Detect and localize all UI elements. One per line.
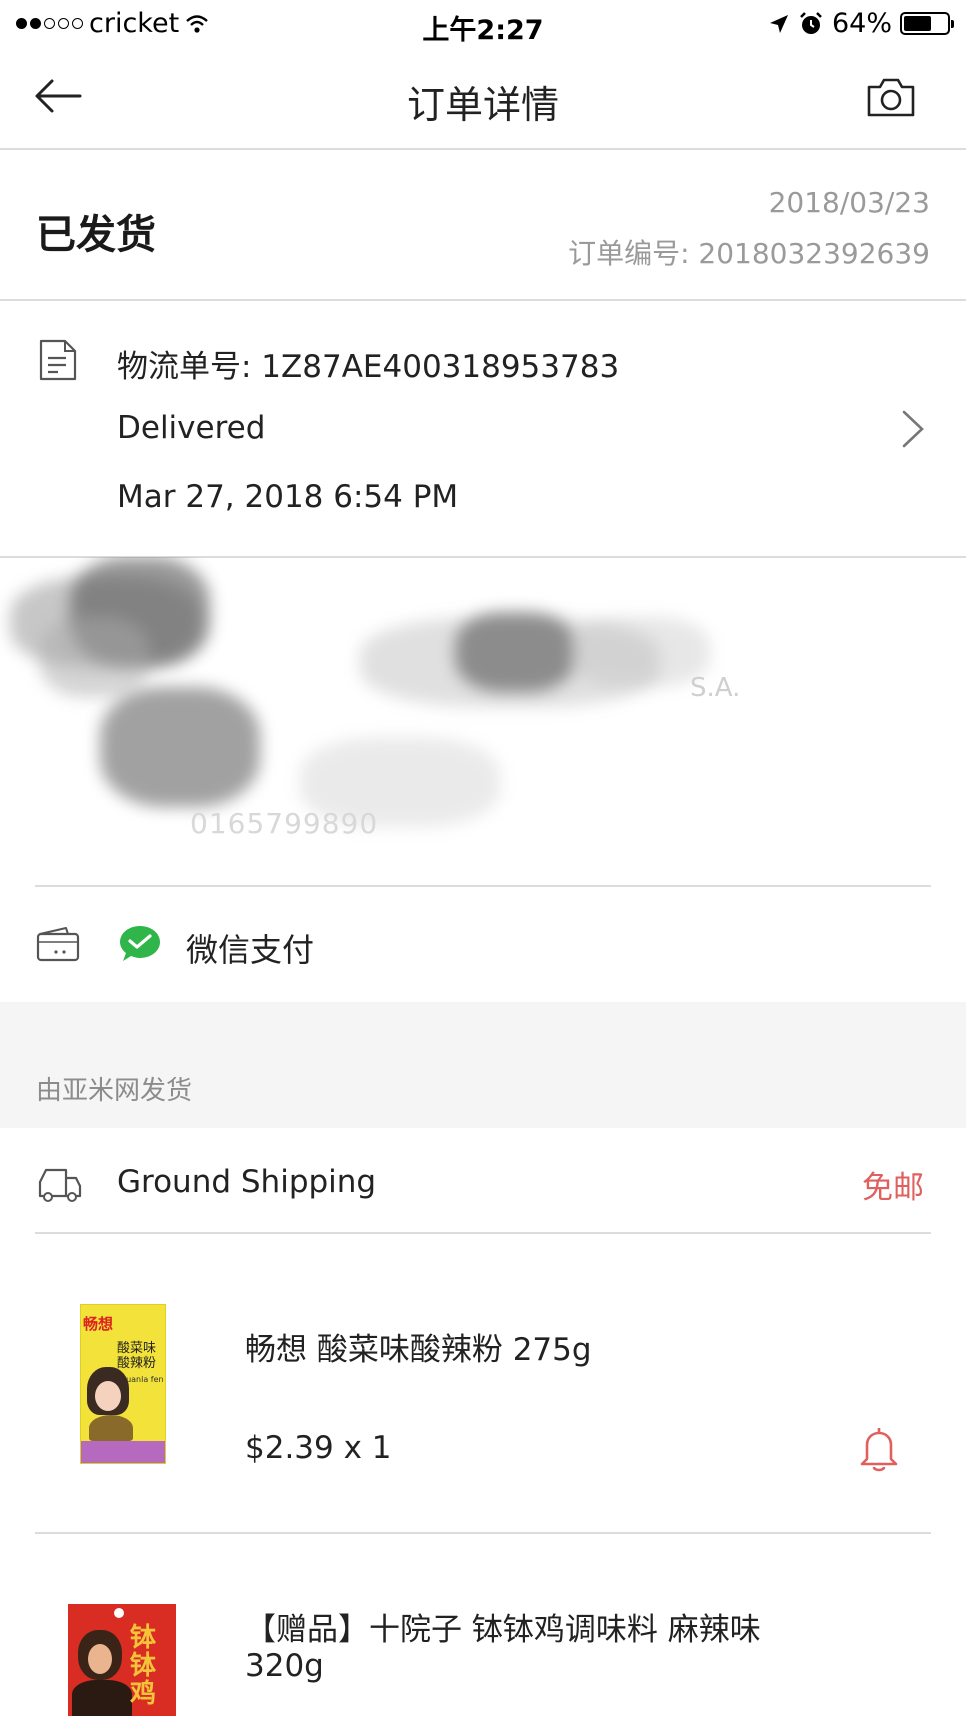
- truck-icon: [38, 1168, 82, 1202]
- address-phone-fragment: 0165799890: [190, 807, 379, 840]
- package-brand: 畅想: [83, 1315, 114, 1333]
- package-label: 钵钵鸡: [130, 1623, 157, 1709]
- shipper-band: [0, 1002, 966, 1128]
- order-number[interactable]: 订单编号: 2018032392639: [568, 232, 930, 272]
- camera-icon[interactable]: [866, 76, 916, 118]
- divider: [35, 885, 931, 887]
- status-right: 64%: [768, 8, 954, 39]
- address-country-fragment: S.A.: [690, 673, 741, 703]
- page-title: 订单详情: [406, 83, 559, 127]
- tracking-time: Mar 27, 2018 6:54 PM: [117, 479, 459, 515]
- product-thumbnail: 钵钵鸡: [68, 1604, 176, 1716]
- status-bar: cricket 上午2:27 64%: [0, 0, 966, 48]
- order-date: 2018/03/23: [768, 186, 930, 219]
- location-arrow-icon: [769, 14, 788, 33]
- item-name-line2: 320g: [245, 1648, 324, 1684]
- payment-method: 微信支付: [186, 931, 315, 969]
- tracking-state: Delivered: [117, 410, 266, 446]
- nav-divider: [0, 148, 966, 150]
- item-name: 畅想 酸菜味酸辣粉 275g: [245, 1332, 592, 1368]
- item-price-qty: $2.39 x 1: [245, 1430, 392, 1466]
- shipping-address-redacted: S.A. 0165799890: [0, 557, 966, 885]
- alarm-clock-icon: [800, 11, 822, 34]
- battery-percent: 64%: [831, 8, 892, 39]
- wechat-icon: [120, 926, 160, 961]
- package-label: 酸菜味酸辣粉: [117, 1341, 157, 1371]
- document-icon: [39, 339, 77, 381]
- wallet-icon: [36, 927, 80, 962]
- shipping-fee: 免邮: [862, 1170, 924, 1206]
- product-thumbnail: 畅想 酸菜味酸辣粉 Suanla fen: [80, 1304, 166, 1464]
- shipping-method: Ground Shipping: [117, 1164, 377, 1200]
- tracking-number: 物流单号: 1Z87AE400318953783: [117, 349, 620, 385]
- order-status: 已发货: [36, 212, 156, 258]
- item-name-line1: 【赠品】十院子 钵钵鸡调味料 麻辣味: [245, 1612, 761, 1648]
- bell-icon[interactable]: [858, 1425, 900, 1473]
- chevron-right-icon[interactable]: [900, 409, 926, 449]
- shipper-label: 由亚米网发货: [36, 1076, 193, 1106]
- battery-icon: [900, 12, 954, 35]
